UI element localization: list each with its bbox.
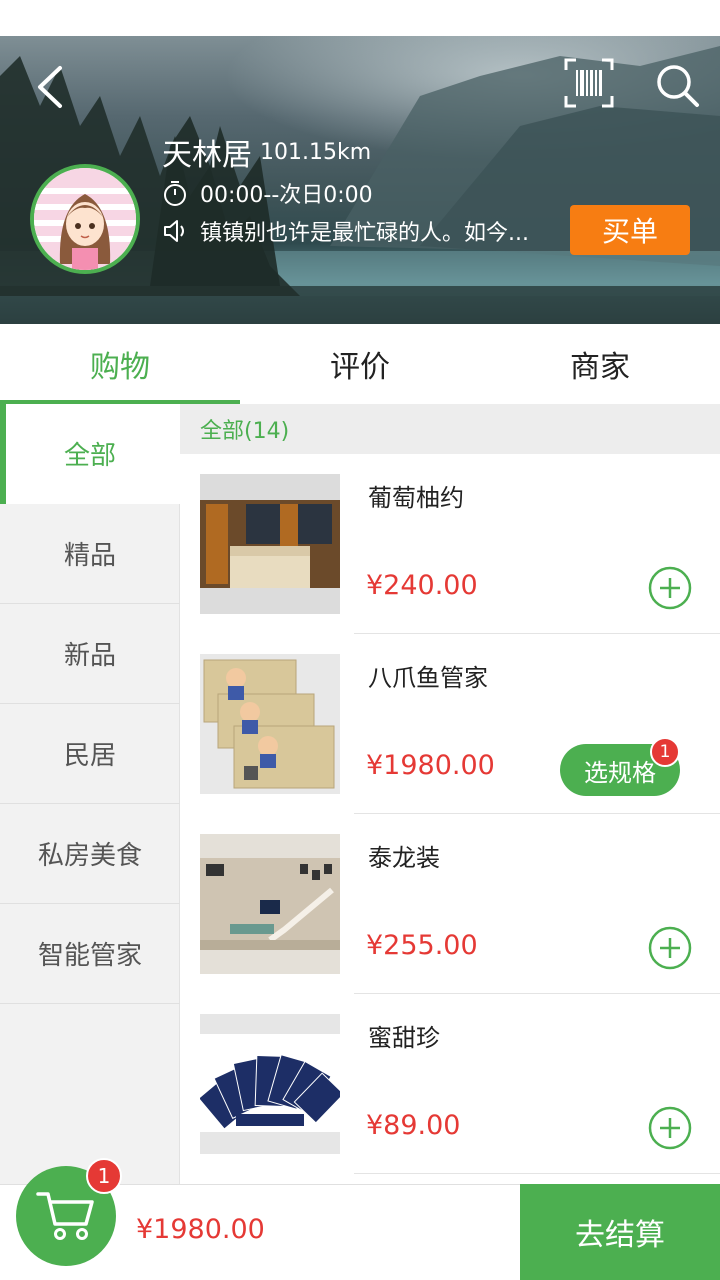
product-name: 泰龙装 <box>368 844 440 872</box>
sidebar-item-new[interactable]: 新品 <box>0 604 180 704</box>
cart-total-price: ¥1980.00 <box>136 1214 265 1245</box>
product-image <box>200 474 340 614</box>
pay-bill-button[interactable]: 买单 <box>570 205 690 255</box>
speaker-icon <box>164 220 184 242</box>
sidebar-item-all[interactable]: 全部 <box>0 404 180 504</box>
business-hours-text: 00:00--次日0:00 <box>200 183 373 208</box>
product-image <box>200 1014 340 1154</box>
back-arrow-icon[interactable] <box>30 62 70 112</box>
sidebar-item-private-cuisine[interactable]: 私房美食 <box>0 804 180 904</box>
product-image <box>200 834 340 974</box>
sidebar-item-premium[interactable]: 精品 <box>0 504 180 604</box>
store-distance: 101.15km <box>260 140 372 165</box>
status-bar <box>0 0 720 36</box>
store-notice: 镇镇别也许是最忙碌的人。如今... <box>162 216 562 246</box>
product-name: 蜜甜珍 <box>368 1024 440 1052</box>
stopwatch-icon <box>164 181 186 206</box>
avatar-illustration <box>34 168 136 270</box>
sidebar-item-smart-butler[interactable]: 智能管家 <box>0 904 180 1004</box>
store-name: 天林居 <box>162 138 252 173</box>
product-price: ¥255.00 <box>366 930 478 961</box>
tab-shopping[interactable]: 购物 <box>0 324 240 404</box>
product-name: 八爪鱼管家 <box>368 664 488 692</box>
store-notice-text: 镇镇别也许是最忙碌的人。如今... <box>200 221 529 246</box>
product-name: 葡萄柚约 <box>368 484 464 512</box>
product-price: ¥1980.00 <box>366 750 495 781</box>
divider <box>354 1173 720 1174</box>
tab-reviews[interactable]: 评价 <box>240 324 480 404</box>
add-to-cart-icon[interactable] <box>648 1106 692 1150</box>
product-item[interactable]: 葡萄柚约 ¥240.00 <box>180 454 720 634</box>
search-icon[interactable] <box>654 62 700 108</box>
store-avatar <box>30 164 140 274</box>
product-list: 葡萄柚约 ¥240.00 八爪鱼管家 ¥1980.00 选规格 1 泰龙装 ¥2… <box>180 454 720 1184</box>
product-image <box>200 654 340 794</box>
add-to-cart-icon[interactable] <box>648 926 692 970</box>
business-hours: 00:00--次日0:00 <box>162 178 373 208</box>
spec-count-badge: 1 <box>650 737 680 767</box>
category-sidebar: 全部 精品 新品 民居 私房美食 智能管家 <box>0 404 180 1184</box>
sidebar-item-homestay[interactable]: 民居 <box>0 704 180 804</box>
barcode-scan-icon[interactable] <box>564 58 614 108</box>
product-price: ¥240.00 <box>366 570 478 601</box>
product-item[interactable]: 泰龙装 ¥255.00 <box>180 814 720 994</box>
product-item[interactable]: 蜜甜珍 ¥89.00 <box>180 994 720 1174</box>
shopping-cart-icon <box>36 1192 94 1240</box>
product-price: ¥89.00 <box>366 1110 461 1141</box>
store-header: 天林居 101.15km 00:00--次日0:00 镇镇别也许是最忙碌的人。如… <box>0 36 720 324</box>
tab-merchant[interactable]: 商家 <box>480 324 720 404</box>
product-item[interactable]: 八爪鱼管家 ¥1980.00 选规格 1 <box>180 634 720 814</box>
store-tabs: 购物 评价 商家 <box>0 324 720 404</box>
add-to-cart-icon[interactable] <box>648 566 692 610</box>
checkout-button[interactable]: 去结算 <box>520 1184 720 1280</box>
cart-count-badge: 1 <box>86 1158 122 1194</box>
category-header: 全部(14) <box>180 404 720 454</box>
